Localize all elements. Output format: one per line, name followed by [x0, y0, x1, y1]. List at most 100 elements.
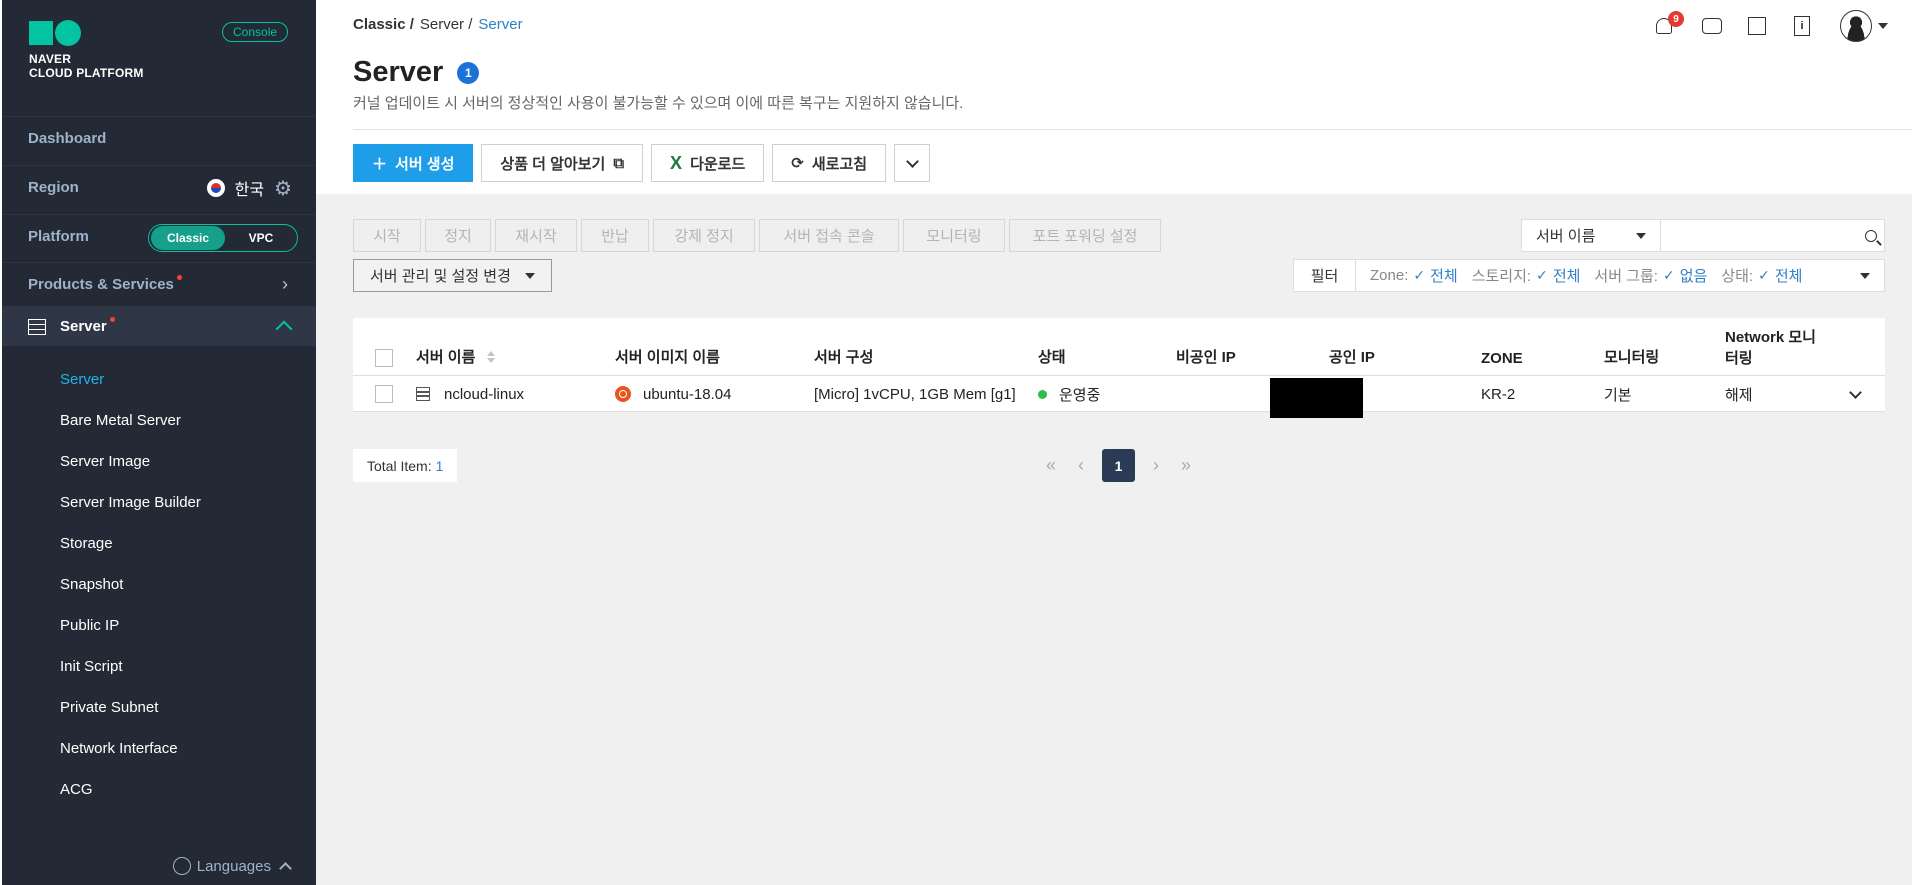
refresh-button[interactable]: ⟳ 새로고침	[772, 144, 887, 182]
monitoring-button[interactable]: 모니터링	[903, 219, 1005, 252]
column-header-spec: 서버 구성	[814, 349, 874, 366]
nav-dashboard-label: Dashboard	[28, 130, 107, 147]
sidebar-item-network-interface[interactable]: Network Interface	[2, 728, 316, 769]
nav-platform: Platform Classic VPC	[2, 214, 316, 258]
page-title: Server 1	[353, 56, 480, 89]
prev-page-icon[interactable]: ‹	[1072, 455, 1090, 476]
filter-status[interactable]: 상태: ✓ 전체	[1721, 265, 1802, 286]
stop-button[interactable]: 정지	[425, 219, 491, 252]
sidebar-item-init-script[interactable]: Init Script	[2, 646, 316, 687]
filter-bar[interactable]: 필터 Zone: ✓ 전체 스토리지: ✓ 전체 서버 그룹: ✓ 없음 상태:…	[1293, 259, 1885, 292]
download-button[interactable]: X 다운로드	[651, 144, 765, 182]
products-services-label: Products & Services	[28, 276, 174, 293]
check-icon: ✓	[1413, 267, 1426, 283]
row-checkbox[interactable]	[375, 376, 393, 412]
port-forwarding-button[interactable]: 포트 포워딩 설정	[1009, 219, 1161, 252]
search-button[interactable]	[1858, 220, 1884, 251]
server-manage-dropdown[interactable]: 서버 관리 및 설정 변경	[353, 259, 552, 292]
korea-flag-icon	[206, 179, 225, 197]
row-status: 운영중	[1038, 376, 1100, 412]
force-stop-button[interactable]: 강제 정지	[653, 219, 755, 252]
server-name-value: ncloud-linux	[444, 385, 525, 403]
sidebar-item-server-image[interactable]: Server Image	[2, 441, 316, 482]
filter-label[interactable]: 필터	[1294, 260, 1356, 291]
pagination: « ‹ 1 › »	[1042, 449, 1195, 482]
nav-products-services[interactable]: Products & Services ›	[2, 262, 316, 306]
learn-more-button[interactable]: 상품 더 알아보기 ⧉	[481, 144, 644, 182]
server-count-badge: 1	[457, 61, 480, 84]
first-page-icon[interactable]: «	[1042, 455, 1060, 476]
chevron-up-icon	[279, 862, 292, 875]
platform-vpc-option[interactable]: VPC	[225, 231, 297, 245]
row-server-name[interactable]: ncloud-linux	[416, 376, 524, 412]
last-page-icon[interactable]: »	[1177, 455, 1195, 476]
naver-cloud-logo[interactable]: NAVER CLOUD PLATFORM	[29, 20, 144, 80]
console-badge[interactable]: Console	[222, 22, 289, 42]
next-page-icon[interactable]: ›	[1147, 455, 1165, 476]
server-console-button[interactable]: 서버 접속 콘솔	[759, 219, 899, 252]
sidebar-item-server-image-builder[interactable]: Server Image Builder	[2, 482, 316, 523]
languages-button[interactable]: Languages	[172, 857, 292, 875]
total-label: Total Item:	[367, 457, 432, 474]
memo-button[interactable]	[1748, 15, 1770, 37]
chat-button[interactable]	[1702, 15, 1724, 37]
sidebar-item-private-subnet[interactable]: Private Subnet	[2, 687, 316, 728]
return-button[interactable]: 반납	[581, 219, 649, 252]
more-options-button[interactable]	[894, 144, 931, 182]
check-icon: ✓	[1758, 267, 1770, 283]
sidebar-item-public-ip[interactable]: Public IP	[2, 605, 316, 646]
row-monitoring: 기본	[1604, 386, 1632, 404]
search-field-select[interactable]: 서버 이름	[1522, 220, 1662, 251]
search-input[interactable]	[1661, 220, 1859, 251]
row-expand-button[interactable]	[1849, 376, 1862, 412]
column-header-private-ip: 비공인 IP	[1176, 349, 1236, 366]
nav-dashboard[interactable]: Dashboard	[2, 116, 316, 160]
platform-toggle[interactable]: Classic VPC	[148, 224, 298, 252]
breadcrumb-current[interactable]: Server	[478, 16, 522, 33]
column-header-public-ip: 공인 IP	[1329, 349, 1375, 366]
breadcrumb-server[interactable]: Server /	[420, 16, 473, 33]
platform-classic-option[interactable]: Classic	[151, 226, 225, 250]
sidebar-item-acg[interactable]: ACG	[2, 769, 316, 810]
info-button[interactable]: i	[1794, 15, 1816, 37]
sidebar-item-bare-metal-server[interactable]: Bare Metal Server	[2, 400, 316, 441]
header-icons: 9 i	[1656, 10, 1888, 42]
column-header-zone: ZONE	[1481, 350, 1523, 367]
column-header-status: 상태	[1038, 349, 1066, 366]
gear-icon[interactable]: ⚙	[274, 176, 292, 201]
region-label: Region	[28, 179, 79, 196]
notification-button[interactable]: 9	[1656, 11, 1684, 37]
select-all-checkbox[interactable]	[375, 349, 393, 367]
current-page[interactable]: 1	[1102, 449, 1135, 482]
region-value[interactable]: 한국	[235, 176, 264, 200]
network-header-line2: 터링	[1725, 350, 1753, 367]
filter-zone[interactable]: Zone: ✓ 전체	[1370, 265, 1458, 286]
column-header-name[interactable]: 서버 이름	[416, 346, 496, 367]
filter-storage-value: 전체	[1552, 268, 1581, 285]
caret-down-icon	[1636, 232, 1647, 239]
globe-icon	[172, 857, 191, 875]
chevron-down-icon	[905, 154, 919, 168]
filter-storage-label: 스토리지:	[1471, 268, 1532, 285]
create-server-button[interactable]: ＋ 서버 생성	[353, 144, 474, 182]
image-value: ubuntu-18.04	[643, 385, 732, 403]
user-menu[interactable]	[1840, 10, 1888, 42]
server-sub-menu: Server Bare Metal Server Server Image Se…	[2, 359, 316, 810]
breadcrumb-classic[interactable]: Classic /	[353, 16, 414, 33]
filter-server-group[interactable]: 서버 그룹: ✓ 없음	[1594, 265, 1707, 286]
sidebar-item-storage[interactable]: Storage	[2, 523, 316, 564]
sidebar-item-server[interactable]: Server	[2, 359, 316, 400]
redacted-private-ip	[1270, 378, 1363, 418]
refresh-icon: ⟳	[791, 155, 804, 172]
start-button[interactable]: 시작	[353, 219, 421, 252]
nav-server-section[interactable]: Server	[2, 306, 316, 346]
server-icon	[416, 387, 430, 401]
caret-down-icon[interactable]	[1860, 272, 1870, 279]
restart-button[interactable]: 재시작	[495, 219, 577, 252]
server-icon	[28, 318, 46, 335]
sidebar-item-snapshot[interactable]: Snapshot	[2, 564, 316, 605]
check-icon: ✓	[1662, 267, 1675, 283]
filter-storage[interactable]: 스토리지: ✓ 전체	[1472, 265, 1581, 286]
column-name-label: 서버 이름	[416, 349, 476, 366]
table-row[interactable]: ncloud-linux ubuntu-18.04 [Micro] 1vCPU,…	[353, 376, 1885, 418]
